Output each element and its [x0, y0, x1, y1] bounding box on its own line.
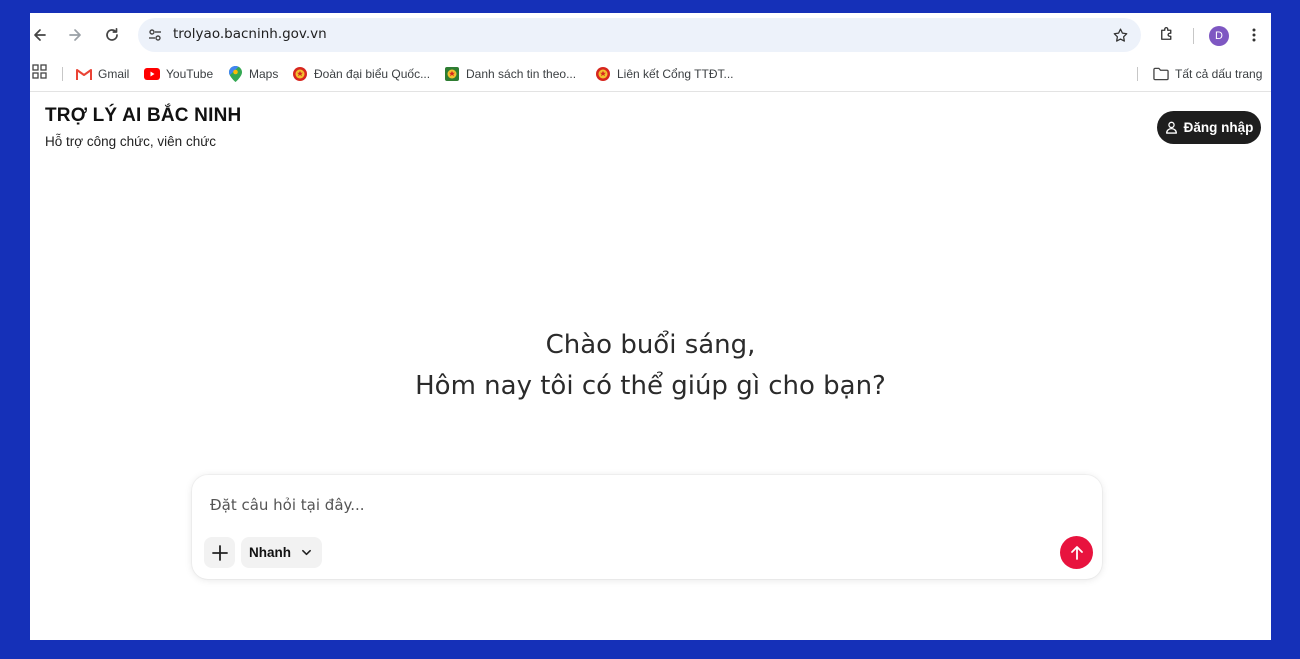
add-attachment-button[interactable]: [204, 537, 235, 568]
prompt-input[interactable]: [208, 491, 1052, 519]
bookmark-star-icon[interactable]: [1111, 26, 1129, 44]
reload-icon: [106, 27, 118, 41]
bookmark-label: Liên kết Cổng TTĐT...: [617, 67, 734, 81]
more-vertical-icon: [1252, 28, 1256, 42]
bookmark-doan-dai-bieu[interactable]: Đoàn đại biểu Quốc...: [292, 63, 430, 85]
greeting: Chào buổi sáng, Hôm nay tôi có thể giúp …: [30, 325, 1271, 407]
maps-icon: [227, 66, 243, 82]
emblem-icon: [595, 66, 611, 82]
bookmark-label: Đoàn đại biểu Quốc...: [314, 67, 431, 81]
bookmarks-separator: [62, 67, 63, 81]
address-bar[interactable]: trolyao.bacninh.gov.vn: [138, 18, 1141, 52]
bookmark-label: Maps: [249, 67, 279, 81]
gmail-icon: [76, 66, 92, 82]
bookmark-label: Gmail: [98, 67, 130, 81]
extensions-button[interactable]: [1157, 24, 1177, 44]
bookmark-lien-ket-cong[interactable]: Liên kết Cổng TTĐT...: [595, 63, 734, 85]
toolbar-separator: [1193, 28, 1194, 44]
bookmark-youtube[interactable]: YouTube: [144, 63, 213, 85]
puzzle-icon: [1161, 27, 1172, 40]
all-bookmarks-label: Tất cả dấu trang: [1175, 67, 1263, 81]
arrow-left-icon: [34, 29, 46, 41]
greeting-line-2: Hôm nay tôi có thể giúp gì cho bạn?: [415, 371, 886, 401]
back-button[interactable]: [30, 23, 52, 47]
bookmark-label: YouTube: [166, 67, 214, 81]
apps-grid-icon[interactable]: [32, 64, 48, 80]
arrow-right-icon: [69, 29, 81, 41]
mode-label: Nhanh: [249, 545, 291, 560]
bookmark-label: Danh sách tin theo...: [466, 67, 577, 81]
mode-select[interactable]: Nhanh: [241, 537, 322, 568]
login-button[interactable]: Đăng nhập: [1157, 111, 1261, 144]
bookmark-danh-sach-tin[interactable]: Danh sách tin theo...: [444, 63, 576, 85]
reload-button[interactable]: [100, 23, 124, 47]
site-subtitle: Hỗ trợ công chức, viên chức: [45, 134, 216, 149]
plus-icon: [211, 544, 228, 561]
site-info-icon[interactable]: [146, 26, 164, 44]
bookmarks-separator: [1137, 67, 1138, 81]
bookmarks-bar: Gmail YouTube Maps Đoàn đại biểu Quốc...…: [30, 57, 1271, 92]
youtube-icon: [144, 66, 160, 82]
emblem-icon: [292, 66, 308, 82]
url-text[interactable]: trolyao.bacninh.gov.vn: [173, 26, 327, 42]
bookmark-maps[interactable]: Maps: [227, 63, 278, 85]
browser-menu-button[interactable]: [1244, 25, 1264, 45]
login-label: Đăng nhập: [1183, 120, 1254, 135]
arrow-up-icon: [1070, 545, 1083, 560]
send-button[interactable]: [1060, 536, 1093, 569]
profile-avatar[interactable]: D: [1209, 26, 1229, 46]
folder-icon: [1153, 66, 1169, 82]
browser-window: trolyao.bacninh.gov.vn D Gmail YouTube M…: [30, 13, 1271, 640]
page-content: TRỢ LÝ AI BẮC NINH Hỗ trợ công chức, viê…: [30, 92, 1271, 640]
all-bookmarks-folder[interactable]: Tất cả dấu trang: [1153, 63, 1262, 85]
forward-button[interactable]: [63, 23, 87, 47]
site-title: TRỢ LÝ AI BẮC NINH: [45, 105, 242, 126]
user-icon: [1165, 121, 1177, 134]
browser-toolbar: trolyao.bacninh.gov.vn D: [30, 13, 1271, 57]
greeting-line-1: Chào buổi sáng,: [545, 330, 756, 360]
emblem-icon: [444, 66, 460, 82]
chat-composer: Nhanh: [192, 475, 1102, 579]
bookmark-gmail[interactable]: Gmail: [76, 63, 129, 85]
chevron-down-icon: [302, 549, 311, 556]
